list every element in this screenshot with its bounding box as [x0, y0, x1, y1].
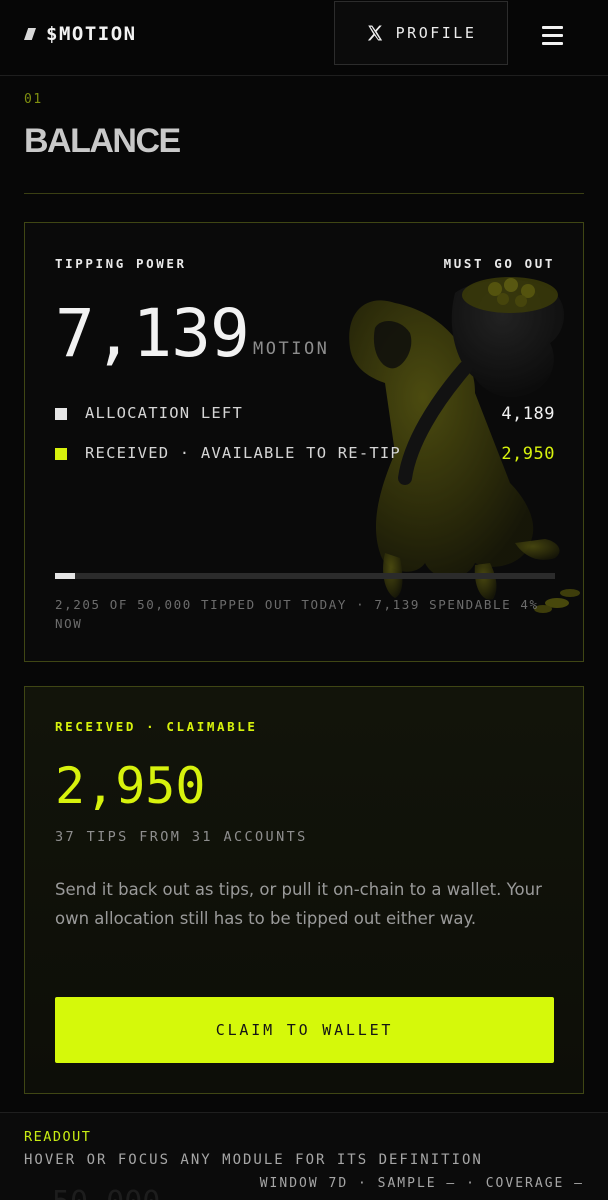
- claimable-label: RECEIVED · CLAIMABLE: [55, 719, 258, 734]
- claim-button-label: CLAIM TO WALLET: [215, 1021, 394, 1039]
- readout-panel: READOUT HOVER OR FOCUS ANY MODULE FOR IT…: [0, 1112, 608, 1200]
- must-go-out-label: MUST GO OUT: [443, 256, 555, 271]
- claimable-card[interactable]: RECEIVED · CLAIMABLE 2,950 37 TIPS FROM …: [24, 686, 584, 1094]
- readout-ghost-number: 50,000: [52, 1185, 160, 1200]
- readout-title: READOUT: [24, 1129, 92, 1145]
- tips-count: 37 TIPS FROM 31 ACCOUNTS: [55, 829, 308, 845]
- claimable-amount: 2,950: [55, 757, 206, 815]
- legend-item-received: RECEIVED · AVAILABLE TO RE-TIP 2,950: [55, 443, 555, 465]
- claimable-description: Send it back out as tips, or pull it on-…: [55, 880, 542, 928]
- page: $MOTION PROFILE 01 BALANCE TIPPING POWER…: [0, 0, 608, 1200]
- menu-bar: [542, 42, 563, 45]
- readout-meta: WINDOW 7D · SAMPLE — · COVERAGE —: [259, 1176, 584, 1191]
- legend-value: 4,189: [501, 404, 555, 424]
- profile-label: PROFILE: [395, 24, 477, 42]
- brand-mark-icon: [24, 28, 36, 40]
- x-logo-icon: [367, 25, 382, 41]
- legend-value: 2,950: [501, 444, 555, 464]
- page-title: BALANCE: [24, 122, 181, 160]
- menu-bar: [542, 26, 563, 29]
- card-header: TIPPING POWER MUST GO OUT: [55, 256, 555, 271]
- section-number: 01: [24, 92, 43, 107]
- currency-unit: MOTION: [253, 339, 330, 359]
- legend-label: RECEIVED · AVAILABLE TO RE-TIP: [85, 444, 401, 462]
- readout-description: HOVER OR FOCUS ANY MODULE FOR ITS DEFINI…: [24, 1152, 483, 1168]
- hamburger-menu-icon[interactable]: [540, 24, 566, 46]
- tipping-power-amount: 7,139: [55, 295, 250, 372]
- legend-label: ALLOCATION LEFT: [85, 404, 243, 422]
- allocation-swatch: [55, 408, 67, 420]
- received-swatch: [55, 448, 67, 460]
- top-bar: $MOTION PROFILE: [0, 0, 608, 76]
- tipping-power-card[interactable]: TIPPING POWER MUST GO OUT 7,139 MOTION A…: [24, 222, 584, 662]
- brand-name: $MOTION: [46, 23, 137, 45]
- brand[interactable]: $MOTION: [24, 22, 137, 46]
- x-profile-button[interactable]: PROFILE: [334, 1, 508, 65]
- tipping-power-label: TIPPING POWER: [55, 256, 187, 271]
- tipped-out-progress-bar: [55, 573, 555, 579]
- legend-item-allocation: ALLOCATION LEFT 4,189: [55, 403, 555, 425]
- section-divider: [24, 193, 584, 194]
- progress-note: 2,205 OF 50,000 TIPPED OUT TODAY · 7,139…: [55, 597, 539, 631]
- claim-to-wallet-button[interactable]: CLAIM TO WALLET: [55, 997, 554, 1063]
- menu-bar: [542, 34, 563, 37]
- progress-fill: [55, 573, 75, 579]
